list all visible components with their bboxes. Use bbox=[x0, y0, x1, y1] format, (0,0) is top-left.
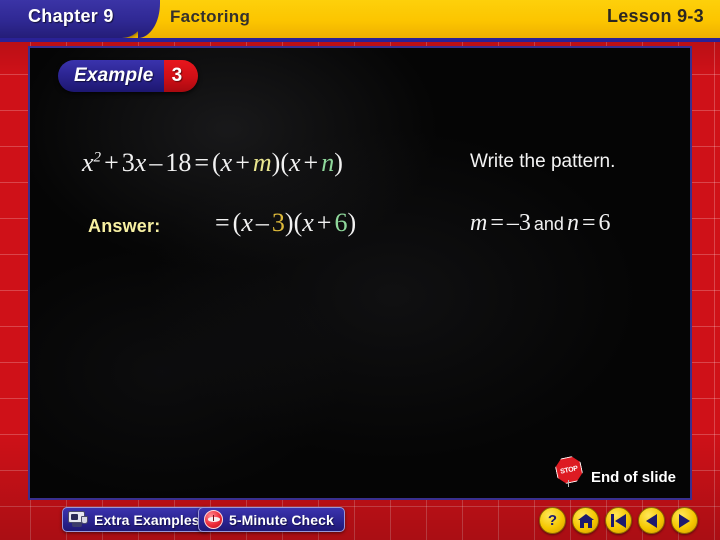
note-m-and-n-values: m = –3 and n = 6 bbox=[470, 210, 610, 237]
eq-main-coef3: 3 bbox=[121, 148, 135, 177]
next-arrow-icon bbox=[679, 513, 690, 528]
equation-main: x2 +3x –18 = (x + m)(x + n) bbox=[82, 148, 343, 178]
previous-button[interactable] bbox=[638, 507, 665, 534]
stop-sign-octagon: STOP bbox=[554, 455, 585, 486]
slide-canvas: Example 3 x2 +3x –18 = (x + m)(x + n) Answer: =(… bbox=[28, 46, 692, 500]
five-minute-check-label: 5-Minute Check bbox=[229, 511, 334, 528]
extra-examples-label: Extra Examples bbox=[94, 511, 200, 528]
topic-title: Factoring bbox=[170, 7, 251, 26]
eq-main-open-paren-1: ( bbox=[211, 148, 221, 177]
eq-main-open-paren-2: ( bbox=[280, 148, 289, 177]
eq-ans-close-paren-2: ) bbox=[347, 208, 357, 237]
eq-ans-close-paren-1: ) bbox=[284, 208, 294, 237]
chapter-title: Chapter 9 bbox=[28, 6, 114, 26]
question-mark-icon: ? bbox=[547, 512, 558, 529]
stop-sign-text: STOP bbox=[559, 464, 579, 476]
eq-ans-equals: = bbox=[215, 208, 230, 237]
eq-ans-x2: x bbox=[302, 208, 314, 237]
slide-stage: Chapter 9 Factoring Lesson 9-3 Example 3… bbox=[0, 0, 720, 540]
eq-main-close-paren-2: ) bbox=[334, 148, 343, 177]
eq-main-factor-x1: x bbox=[220, 148, 233, 177]
end-of-slide-marker: STOP End of slide bbox=[556, 457, 676, 488]
eq-main-plus-1: + bbox=[235, 148, 250, 177]
eq-ans-open-paren-2: ( bbox=[293, 208, 303, 237]
eq-main-x: x bbox=[82, 148, 94, 177]
example-badge-number: 3 bbox=[171, 65, 183, 86]
eq-main-exponent: 2 bbox=[93, 149, 102, 166]
eq-main-m: m bbox=[252, 148, 272, 177]
example-badge: Example 3 bbox=[58, 60, 199, 92]
eq-main-equals: = bbox=[194, 148, 209, 177]
stop-sign-icon: STOP bbox=[556, 457, 586, 487]
eq-main-plus: + bbox=[104, 148, 119, 177]
previous-arrow-icon bbox=[646, 513, 657, 528]
rewind-icon bbox=[611, 513, 626, 528]
clock-icon bbox=[204, 510, 223, 529]
note-write-the-pattern: Write the pattern. bbox=[470, 151, 616, 172]
equation-answer: = (x –3)(x +6) bbox=[212, 208, 356, 238]
example-badge-left: Example bbox=[58, 60, 164, 92]
note-equals-2: = bbox=[581, 210, 596, 236]
answer-label: Answer: bbox=[88, 216, 161, 236]
extra-examples-button[interactable]: Extra Examples bbox=[62, 507, 211, 532]
banner-underline bbox=[0, 38, 720, 42]
eq-main-plus-2: + bbox=[303, 148, 319, 177]
eq-main-18: 18 bbox=[165, 148, 192, 177]
end-of-slide-label: End of slide bbox=[590, 469, 676, 486]
eq-ans-x1: x bbox=[241, 208, 253, 237]
slide-vignette bbox=[30, 48, 690, 498]
home-button[interactable] bbox=[572, 507, 599, 534]
top-banner: Chapter 9 Factoring Lesson 9-3 bbox=[0, 0, 720, 38]
home-icon bbox=[577, 513, 594, 528]
note-n: n bbox=[566, 210, 579, 236]
help-button[interactable]: ? bbox=[539, 507, 566, 534]
rewind-button[interactable] bbox=[605, 507, 632, 534]
note-and: and bbox=[533, 214, 564, 234]
navigation-button-group: ? bbox=[539, 507, 698, 534]
note-equals-1: = bbox=[490, 210, 504, 236]
stop-sign-post bbox=[567, 480, 569, 487]
eq-main-minus: – bbox=[149, 148, 163, 177]
five-minute-check-button[interactable]: 5-Minute Check bbox=[198, 507, 345, 532]
monitor-icon bbox=[68, 511, 88, 528]
eq-ans-minus: – bbox=[255, 208, 269, 237]
eq-ans-three: 3 bbox=[271, 208, 285, 237]
note-m: m bbox=[470, 210, 488, 236]
eq-main-factor-x2: x bbox=[289, 148, 301, 177]
eq-main-x2: x bbox=[134, 148, 147, 177]
example-badge-right: 3 bbox=[163, 60, 199, 92]
eq-ans-plus: + bbox=[316, 208, 332, 237]
next-button[interactable] bbox=[671, 507, 698, 534]
bottom-toolbar: Extra Examples 5-Minute Check ? bbox=[0, 500, 720, 540]
eq-main-n: n bbox=[321, 148, 335, 177]
lesson-number: Lesson 9-3 bbox=[606, 6, 704, 26]
eq-ans-six: 6 bbox=[334, 208, 348, 237]
note-six: 6 bbox=[598, 210, 611, 236]
example-badge-label: Example bbox=[74, 65, 154, 86]
note-neg3: –3 bbox=[506, 210, 531, 236]
